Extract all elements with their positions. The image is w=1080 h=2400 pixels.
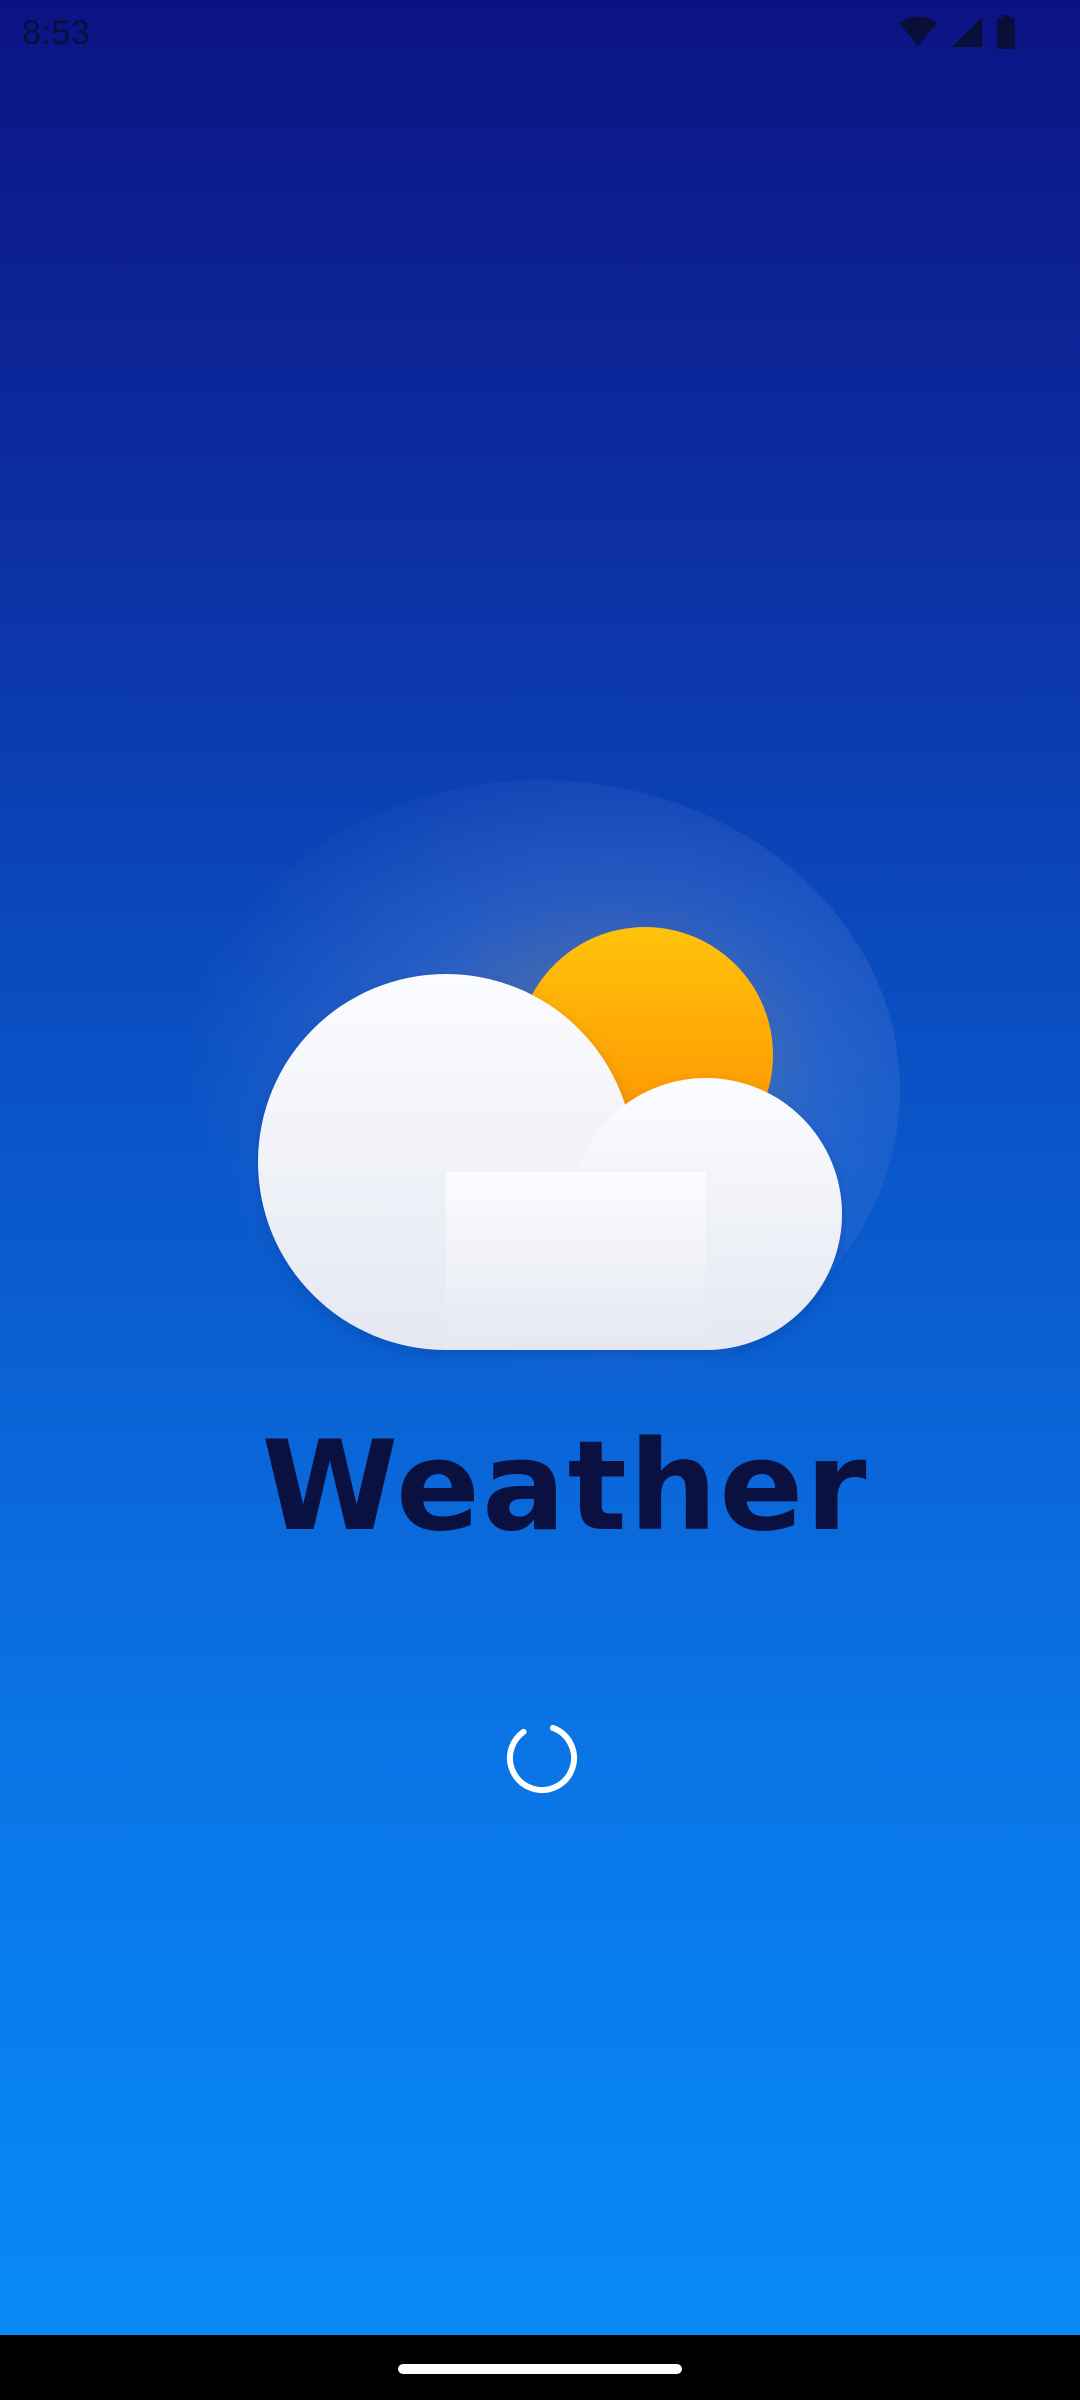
cellular-signal-icon — [950, 15, 984, 49]
splash-screen: 8:53 Weather — [0, 0, 1080, 2400]
battery-icon — [996, 15, 1016, 49]
cloud-icon — [258, 974, 842, 1350]
status-bar: 8:53 — [0, 0, 1080, 64]
loading-spinner-icon — [507, 1723, 577, 1793]
status-time: 8:53 — [22, 14, 91, 52]
home-gesture-handle[interactable] — [398, 2364, 682, 2374]
navigation-bar — [0, 2335, 1080, 2400]
status-icons — [898, 14, 1016, 50]
app-title: Weather — [261, 1415, 869, 1559]
wifi-icon — [898, 16, 938, 48]
weather-illustration — [180, 780, 900, 1400]
